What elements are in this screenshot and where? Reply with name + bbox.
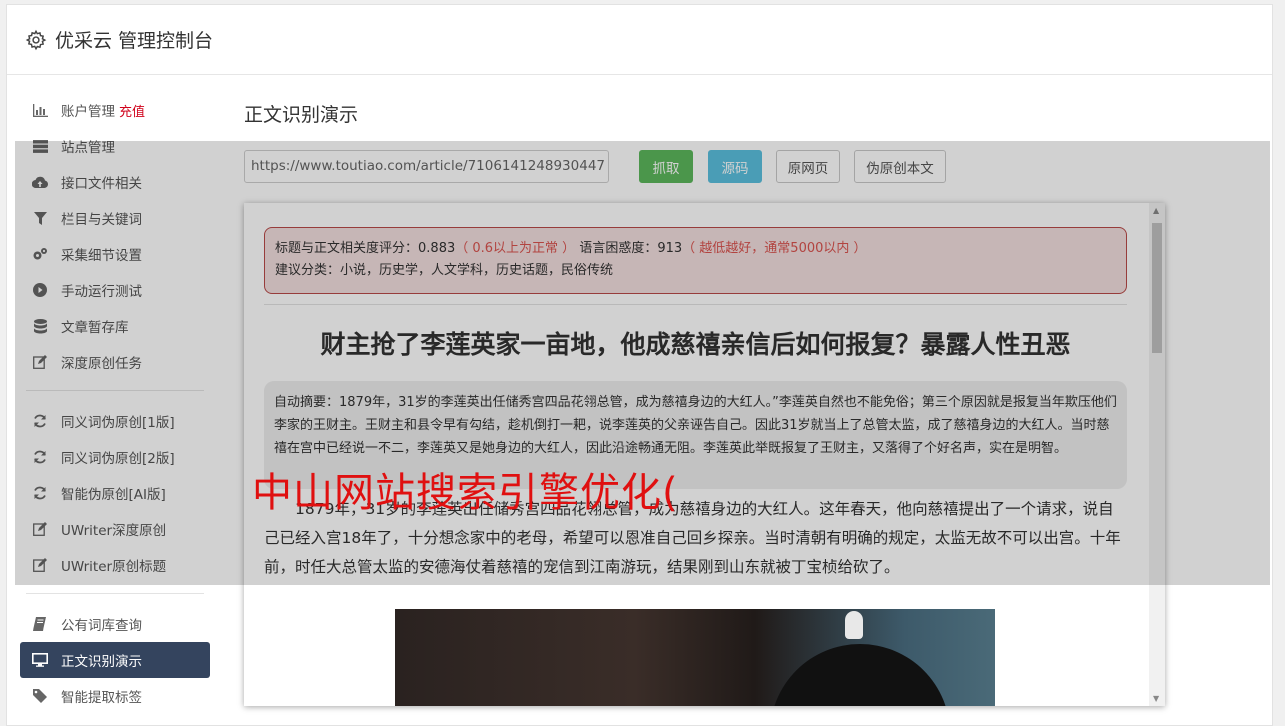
sidebar-item-label: 公有词库查询 (61, 618, 142, 634)
sidebar-item-label: 正文识别演示 (61, 654, 142, 670)
sidebar-item-label: 账户管理 (61, 104, 115, 120)
sidebar-item-public-lexicon[interactable]: 公有词库查询 (20, 606, 210, 642)
hat-shape (770, 644, 950, 706)
article-image (395, 609, 995, 706)
tag-icon (32, 688, 48, 704)
hat-top-shape (845, 611, 863, 639)
book-icon (32, 616, 48, 632)
dim-overlay (15, 141, 1270, 585)
page-title: 正文识别演示 (244, 104, 359, 126)
gear-icon (25, 29, 47, 50)
sidebar-item-text-recognition[interactable]: 正文识别演示 (20, 642, 210, 678)
sidebar-item-account[interactable]: 账户管理 充值 (20, 92, 210, 128)
sidebar-item-label: 智能提取标签 (61, 690, 142, 706)
sidebar-divider (26, 593, 204, 594)
watermark-text: 中山网站搜索引擎优化( (252, 470, 679, 516)
scroll-down-icon[interactable]: ▼ (1153, 694, 1159, 703)
monitor-icon (32, 652, 48, 668)
app-title: 优采云 管理控制台 (55, 30, 214, 52)
top-bar: 优采云 管理控制台 (7, 5, 1272, 75)
sidebar-item-smart-tags[interactable]: 智能提取标签 (20, 678, 210, 714)
bar-chart-icon (32, 102, 48, 118)
recharge-link[interactable]: 充值 (119, 101, 145, 120)
